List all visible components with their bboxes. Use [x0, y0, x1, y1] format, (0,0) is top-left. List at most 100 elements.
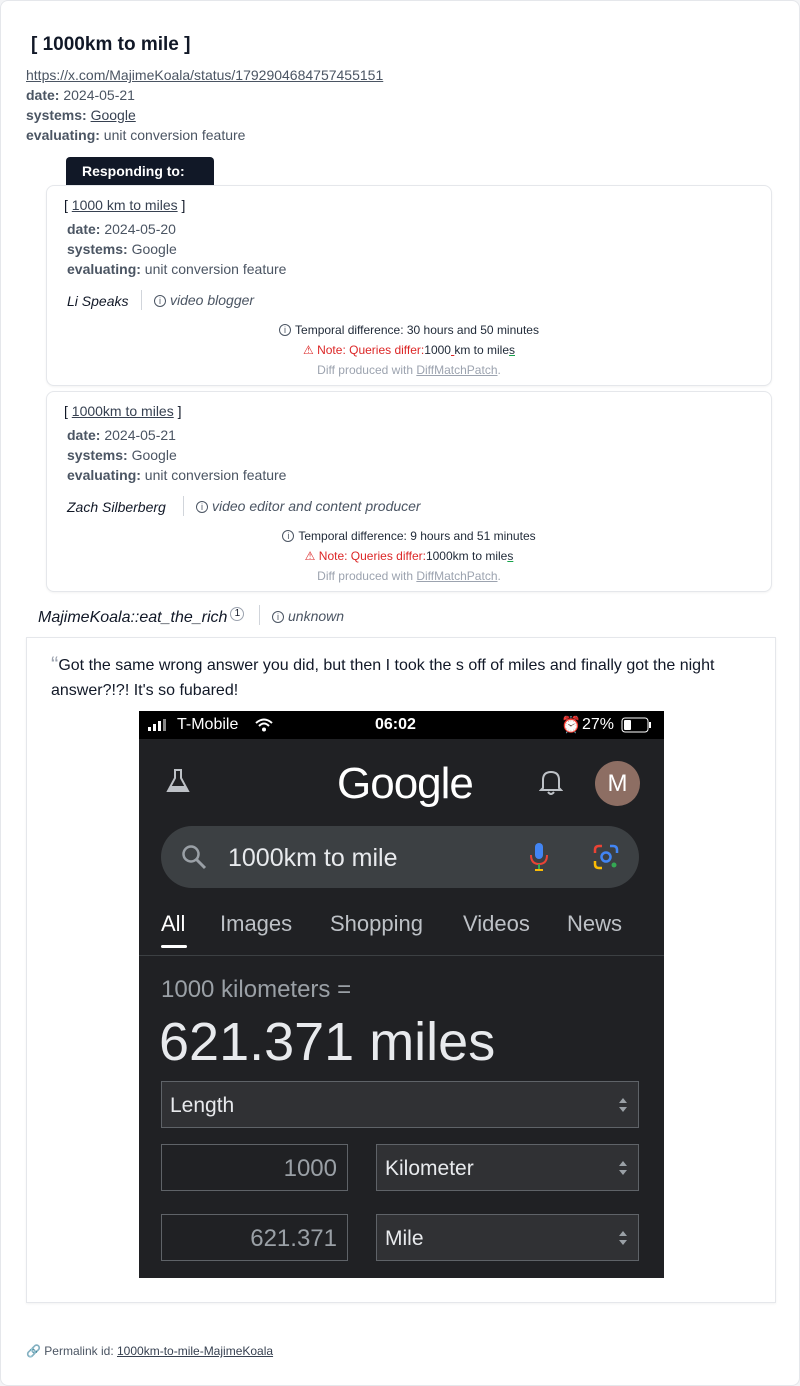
from-unit: Kilometer: [385, 1157, 474, 1180]
date-value: 2024-05-20: [104, 221, 176, 237]
systems-label: systems:: [67, 447, 128, 463]
systems-link[interactable]: Google: [91, 107, 136, 123]
signal-icon: [148, 719, 166, 731]
responding-to-tab: Responding to:: [66, 157, 214, 185]
from-value-input[interactable]: 1000: [161, 1144, 348, 1191]
systems-label: systems:: [26, 107, 87, 123]
evaluating-value: unit conversion feature: [144, 261, 287, 277]
post-role: i unknown: [272, 608, 344, 624]
google-lens-icon[interactable]: [593, 844, 619, 870]
bracket-open: [: [64, 403, 68, 419]
response-title: [ 1000 km to miles ]: [64, 197, 185, 213]
microphone-icon[interactable]: [529, 842, 549, 872]
active-tab-indicator: [161, 945, 187, 948]
response-evaluating: evaluating: unit conversion feature: [67, 261, 286, 277]
select-arrows-icon: [619, 1160, 627, 1175]
from-unit-select[interactable]: Kilometer: [376, 1144, 639, 1191]
permalink-label: Permalink id:: [44, 1344, 114, 1358]
info-icon: i: [279, 324, 292, 336]
to-unit: Mile: [385, 1227, 424, 1250]
systems-label: systems:: [67, 241, 128, 257]
to-unit-select[interactable]: Mile: [376, 1214, 639, 1261]
page-card: [ 1000km to mile ] https://x.com/MajimeK…: [0, 0, 800, 1386]
permalink: 🔗 Permalink id: 1000km-to-mile-MajimeKoa…: [26, 1344, 273, 1358]
diffmatchpatch-link[interactable]: DiffMatchPatch: [416, 363, 497, 377]
link-icon: 🔗: [26, 1344, 41, 1358]
response-author: Zach Silberberg: [67, 499, 166, 515]
select-arrows-icon: [619, 1097, 627, 1112]
tab-news[interactable]: News: [567, 911, 622, 937]
tab-shopping[interactable]: Shopping: [330, 911, 423, 937]
date-label: date:: [67, 221, 101, 237]
alarm-icon: ⏰: [561, 717, 581, 734]
temporal-difference: i Temporal difference: 9 hours and 51 min…: [47, 529, 771, 543]
response-date: date: 2024-05-20: [67, 221, 176, 237]
bracket-close: ]: [177, 403, 182, 419]
response-card: [ 1000km to miles ] date: 2024-05-21 sys…: [46, 391, 772, 592]
footnote-marker[interactable]: 1: [230, 607, 245, 621]
diff-equal: 1000: [424, 343, 451, 357]
response-title: [ 1000km to miles ]: [64, 403, 182, 419]
response-evaluating: evaluating: unit conversion feature: [67, 467, 286, 483]
response-card: [ 1000 km to miles ] date: 2024-05-20 sy…: [46, 185, 772, 386]
response-systems: systems: Google: [67, 241, 177, 257]
evaluating-label: evaluating:: [26, 127, 100, 143]
systems-row: systems: Google: [26, 107, 136, 123]
search-query: 1000km to mile: [228, 844, 398, 872]
to-value: 621.371: [250, 1225, 337, 1252]
carrier-name: T-Mobile: [177, 716, 239, 733]
info-icon: i: [154, 295, 166, 307]
avatar[interactable]: M: [595, 761, 640, 806]
to-value-input[interactable]: 621.371: [161, 1214, 348, 1261]
response-author: Li Speaks: [67, 293, 129, 309]
clock-time: 06:02: [375, 716, 416, 733]
diff-credit: Diff produced with DiffMatchPatch.: [47, 363, 771, 377]
search-tabs: All Images Shopping Videos News: [161, 911, 661, 951]
diff-inserted: s: [507, 549, 514, 563]
search-icon: [182, 845, 207, 870]
role-text: unknown: [288, 608, 345, 624]
post-quote: “Got the same wrong answer you did, but …: [51, 652, 751, 703]
battery-icon: [621, 717, 651, 733]
info-icon: i: [282, 530, 295, 542]
divider: [141, 290, 142, 310]
permalink-link[interactable]: 1000km-to-mile-MajimeKoala: [117, 1344, 273, 1358]
tab-all[interactable]: All: [161, 911, 185, 937]
bracket-close: ]: [181, 197, 186, 213]
diffmatchpatch-link[interactable]: DiffMatchPatch: [416, 569, 497, 583]
tab-images[interactable]: Images: [220, 911, 292, 937]
role-text: video blogger: [170, 292, 255, 308]
diff-credit-suffix: .: [497, 569, 501, 583]
query-diff-note: ⚠ Note: Queries differ:1000 km to miles: [47, 343, 771, 357]
tabs-divider: [139, 955, 664, 956]
date-label: date:: [26, 87, 60, 103]
evaluating-label: evaluating:: [67, 467, 141, 483]
divider: [259, 605, 260, 625]
response-title-link[interactable]: 1000km to miles: [72, 403, 174, 419]
google-logo: Google: [337, 759, 474, 808]
source-link[interactable]: https://x.com/MajimeKoala/status/1792904…: [26, 67, 383, 83]
date-value: 2024-05-21: [104, 427, 176, 443]
post-author-name: MajimeKoala::eat_the_rich: [38, 609, 228, 626]
response-date: date: 2024-05-21: [67, 427, 176, 443]
diff-credit-prefix: Diff produced with: [317, 363, 413, 377]
tab-videos[interactable]: Videos: [463, 911, 530, 937]
category-value: Length: [170, 1094, 235, 1117]
google-search-bar[interactable]: 1000km to mile: [161, 826, 639, 888]
unit-category-select[interactable]: Length: [161, 1081, 639, 1128]
notifications-bell-icon[interactable]: [539, 768, 563, 796]
query-diff-note: ⚠ Note: Queries differ:1000km to miles: [47, 549, 771, 563]
temporal-difference: i Temporal difference: 30 hours and 50 mi…: [47, 323, 771, 337]
evaluating-value: unit conversion feature: [144, 467, 287, 483]
warning-icon: ⚠: [304, 549, 316, 563]
response-title-link[interactable]: 1000 km to miles: [72, 197, 178, 213]
evaluating-value: unit conversion feature: [103, 127, 246, 143]
evaluating-row: evaluating: unit conversion feature: [26, 127, 245, 143]
post-author: MajimeKoala::eat_the_rich 1: [38, 607, 245, 627]
phone-status-bar: T-Mobile 06:02 ⏰ 27%: [139, 711, 664, 739]
diff-credit: Diff produced with DiffMatchPatch.: [47, 569, 771, 583]
labs-flask-icon[interactable]: [164, 767, 192, 795]
temporal-text: Temporal difference: 9 hours and 51 minu…: [298, 529, 536, 543]
info-icon: i: [196, 501, 208, 513]
note-text: Note: Queries differ:: [317, 343, 425, 357]
